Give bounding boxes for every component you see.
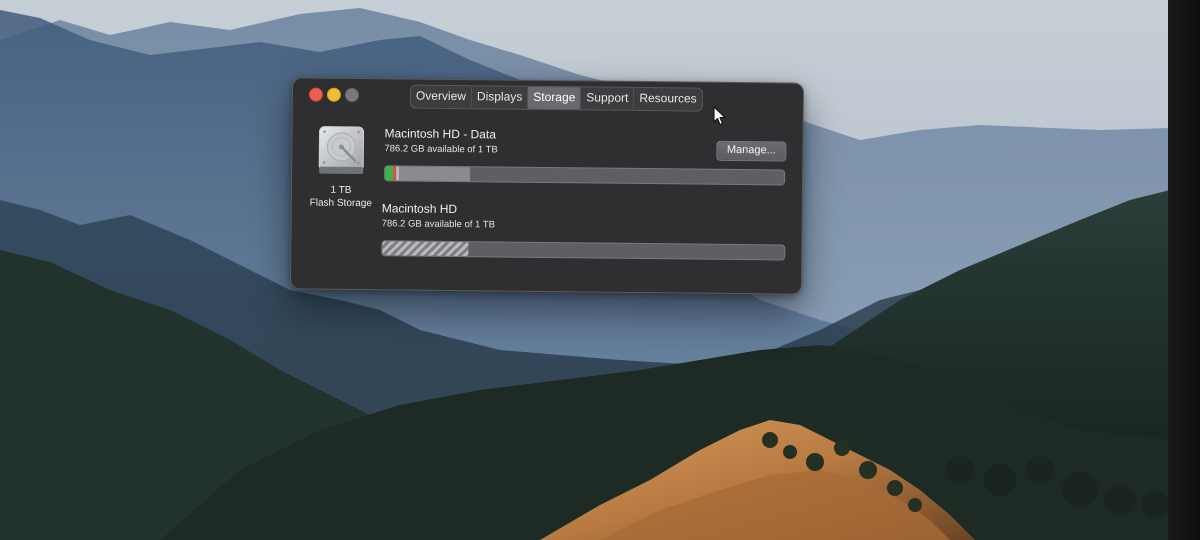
tab-storage[interactable]: Storage	[528, 86, 582, 110]
disk-type-label: Flash Storage	[309, 197, 372, 210]
disk-capacity-label: 1 TB	[330, 184, 352, 196]
volume-available-system: 786.2 GB available of 1 TB	[381, 218, 496, 231]
tab-resources[interactable]: Resources	[634, 88, 702, 111]
manage-button[interactable]: Manage...	[716, 140, 787, 162]
close-window-button[interactable]	[308, 87, 324, 102]
tab-support[interactable]: Support	[581, 87, 635, 110]
usage-segment-shared[interactable]	[382, 241, 469, 257]
tab-overview[interactable]: Overview	[410, 85, 473, 109]
hard-drive-icon	[318, 126, 365, 175]
segmented-tab-control: Overview Displays Storage Support Resour…	[409, 84, 703, 112]
monitor-bezel	[1168, 0, 1200, 540]
desktop: Overview Displays Storage Support Resour…	[0, 0, 1200, 540]
usage-segment-system[interactable]	[399, 166, 471, 182]
mouse-pointer-icon	[713, 106, 726, 126]
storage-usage-bar-system[interactable]	[381, 240, 786, 261]
volume-available-data: 786.2 GB available of 1 TB	[384, 143, 498, 156]
volume-name-data: Macintosh HD - Data	[384, 126, 496, 142]
storage-usage-bar-data[interactable]	[384, 165, 786, 186]
minimize-window-button[interactable]	[326, 87, 342, 102]
zoom-window-button[interactable]	[344, 87, 360, 103]
usage-segment-apps[interactable]	[385, 166, 394, 181]
volume-name-system: Macintosh HD	[381, 201, 458, 217]
tab-displays[interactable]: Displays	[471, 86, 529, 109]
